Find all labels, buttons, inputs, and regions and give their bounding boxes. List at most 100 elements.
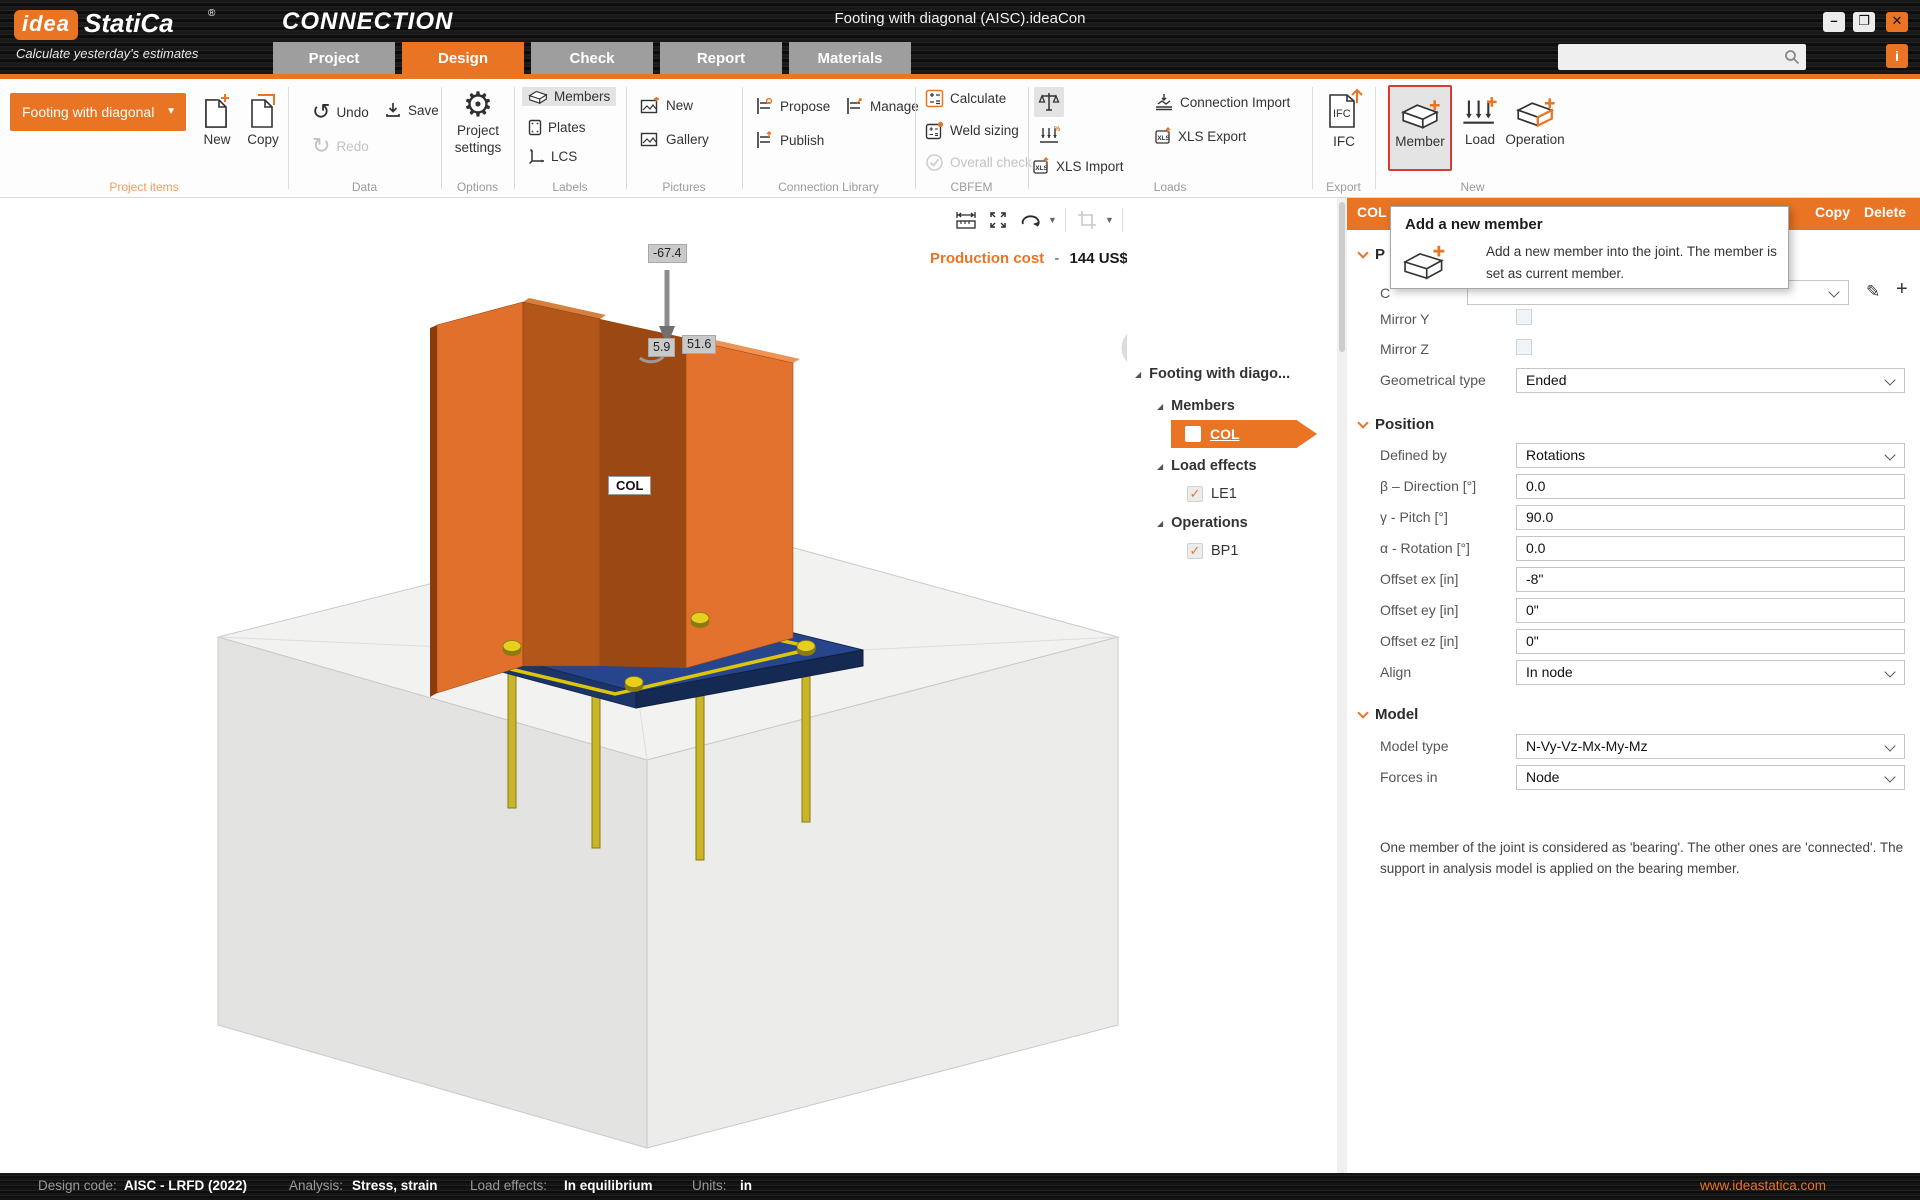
ribbon-group-pictures: New Gallery Pictures <box>626 79 742 197</box>
weld-sizing-button[interactable]: Weld sizing <box>925 121 1019 140</box>
expand-triangle-icon[interactable]: ◢ <box>1135 370 1141 379</box>
save-button[interactable]: Save <box>384 101 439 119</box>
propose-button[interactable]: Propose <box>754 97 830 115</box>
dim-label-left: 5.9 <box>648 338 675 357</box>
scene-canvas[interactable]: +Y Y <box>0 198 1130 1173</box>
offset-ez-input[interactable]: 0" <box>1516 629 1905 654</box>
overall-check-button[interactable]: Overall check <box>925 153 1032 172</box>
tree-item-le1[interactable]: ✓ LE1 <box>1187 486 1237 502</box>
website-link[interactable]: www.ideastatica.com <box>1700 1178 1826 1193</box>
expand-triangle-icon[interactable]: ◢ <box>1157 519 1163 528</box>
mirror-z-checkbox[interactable] <box>1516 339 1532 355</box>
picture-gallery-button[interactable]: Gallery <box>640 131 709 148</box>
redo-button[interactable]: ↻ Redo <box>312 135 369 157</box>
calculate-button[interactable]: Calculate <box>925 89 1006 108</box>
tree-item-project-root[interactable]: ◢ Footing with diago... <box>1135 366 1290 382</box>
manage-button[interactable]: Manage <box>844 97 919 115</box>
section-crop-button[interactable] <box>1073 206 1101 234</box>
search-input[interactable] <box>1558 44 1806 70</box>
forces-in-select[interactable]: Node <box>1516 765 1905 790</box>
section-header-partial[interactable]: P <box>1359 246 1385 263</box>
checkbox-checked-icon[interactable]: ✓ <box>1185 426 1201 442</box>
svg-text:IFC: IFC <box>1333 108 1351 120</box>
copy-project-button[interactable]: Copy <box>242 91 284 147</box>
gamma-pitch-label: γ - Pitch [°] <box>1380 509 1448 525</box>
loads-arrows-icon: % <box>1038 125 1060 147</box>
tab-materials[interactable]: Materials <box>789 42 911 75</box>
gamma-pitch-input[interactable]: 90.0 <box>1516 505 1905 530</box>
tree-scrollbar[interactable] <box>1337 198 1347 1173</box>
offset-ey-input[interactable]: 0" <box>1516 598 1905 623</box>
section-header-position[interactable]: Position <box>1359 416 1434 433</box>
offset-ex-input[interactable]: -8" <box>1516 567 1905 592</box>
tree-item-operations-group[interactable]: ◢ Operations <box>1157 515 1248 531</box>
maximize-button[interactable]: ❐ <box>1853 12 1875 32</box>
alpha-rotation-input[interactable]: 0.0 <box>1516 536 1905 561</box>
tab-design[interactable]: Design <box>402 42 524 75</box>
tree-item-members-group[interactable]: ◢ Members <box>1157 398 1235 414</box>
close-button[interactable]: ✕ <box>1886 12 1908 32</box>
minimize-button[interactable]: – <box>1823 12 1845 32</box>
tree-item-bp1[interactable]: ✓ BP1 <box>1187 543 1238 559</box>
tree-item-load-effects-group[interactable]: ◢ Load effects <box>1157 458 1257 474</box>
loads-equilibrium-toggle[interactable] <box>1034 87 1064 117</box>
mirror-z-label: Mirror Z <box>1380 341 1429 357</box>
picture-new-button[interactable]: New <box>640 97 693 114</box>
new-project-button[interactable]: New <box>196 91 238 147</box>
tab-report[interactable]: Report <box>660 42 782 75</box>
ribbon-group-new: Member Load Operation New <box>1375 79 1570 197</box>
status-bar: Design code: AISC - LRFD (2022) Analysis… <box>0 1173 1920 1200</box>
geometrical-type-select[interactable]: Ended <box>1516 368 1905 393</box>
checkbox-checked-icon[interactable]: ✓ <box>1187 486 1203 502</box>
new-member-button[interactable]: Member <box>1388 85 1452 171</box>
section-header-model[interactable]: Model <box>1359 706 1418 723</box>
project-selector-dropdown[interactable]: Footing with diagonal▼ <box>10 93 186 131</box>
units-value: in <box>740 1178 752 1193</box>
rotate-view-button[interactable] <box>1016 206 1044 234</box>
new-load-button[interactable]: Load <box>1457 85 1503 171</box>
publish-button[interactable]: Publish <box>754 131 824 149</box>
zoom-fit-button[interactable] <box>984 206 1012 234</box>
new-operation-button[interactable]: Operation <box>1503 85 1567 171</box>
labels-members-toggle[interactable]: Members <box>522 87 616 106</box>
ifc-export-button[interactable]: IFC IFC <box>1320 87 1368 149</box>
tab-project[interactable]: Project <box>273 42 395 75</box>
measure-tool-button[interactable] <box>952 206 980 234</box>
overall-check-icon <box>925 153 944 172</box>
defined-by-select[interactable]: Rotations <box>1516 443 1905 468</box>
info-button[interactable]: i <box>1886 44 1908 68</box>
brand-tagline: Calculate yesterday's estimates <box>16 46 198 61</box>
member-cuboid-icon <box>528 89 548 104</box>
project-settings-button[interactable]: ⚙ Projectsettings <box>447 87 509 157</box>
copy-member-button[interactable]: Copy <box>1815 204 1850 220</box>
undo-button[interactable]: ↺ Undo <box>312 101 369 123</box>
loads-percent-button[interactable]: % <box>1034 121 1064 151</box>
model-type-select[interactable]: N-Vy-Vz-Mx-My-Mz <box>1516 734 1905 759</box>
align-select[interactable]: In node <box>1516 660 1905 685</box>
delete-member-button[interactable]: Delete <box>1864 204 1906 220</box>
labels-lcs-toggle[interactable]: LCS <box>522 146 583 167</box>
xls-export-button[interactable]: XLS XLS Export <box>1154 127 1246 145</box>
beta-direction-input[interactable]: 0.0 <box>1516 474 1905 499</box>
expand-triangle-icon[interactable]: ◢ <box>1157 402 1163 411</box>
ribbon: Footing with diagonal▼ New Copy Project … <box>0 79 1920 198</box>
add-cross-section-icon[interactable]: + <box>1896 278 1908 301</box>
xls-import-button[interactable]: XLS XLS Import <box>1032 157 1124 175</box>
load-value-label: -67.4 <box>648 244 687 263</box>
expand-triangle-icon[interactable]: ◢ <box>1157 462 1163 471</box>
edit-pencil-icon[interactable]: ✎ <box>1866 282 1880 302</box>
ribbon-group-labels: Members Plates LCS Labels <box>514 79 626 197</box>
mirror-y-checkbox[interactable] <box>1516 309 1532 325</box>
tab-check[interactable]: Check <box>531 42 653 75</box>
labels-plates-toggle[interactable]: Plates <box>522 117 592 138</box>
model-type-label: Model type <box>1380 738 1448 754</box>
checkbox-checked-icon[interactable]: ✓ <box>1187 543 1203 559</box>
operation-cuboid-icon <box>1514 97 1556 129</box>
ribbon-group-loads: % XLS XLS Import Connection Import <box>1028 79 1312 197</box>
connection-import-button[interactable]: Connection Import <box>1154 93 1290 111</box>
rotate-options-chevron[interactable]: ▼ <box>1048 215 1058 225</box>
crop-options-chevron[interactable]: ▼ <box>1105 215 1115 225</box>
plate-icon <box>528 119 542 136</box>
balance-scale-icon <box>1038 91 1060 113</box>
tree-item-member-col-selected[interactable]: ✓ COL <box>1171 420 1317 448</box>
